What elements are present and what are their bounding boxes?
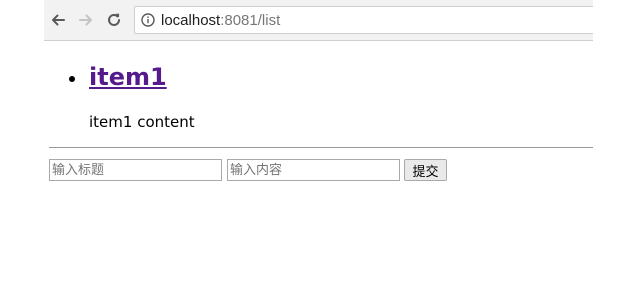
page-content: item1 item1 content 提交: [44, 41, 593, 292]
back-button[interactable]: [48, 10, 68, 30]
item-content-text: item1 content: [89, 113, 195, 131]
browser-toolbar: localhost:8081/list: [44, 0, 593, 41]
browser-window: localhost:8081/list item1 item1 content …: [44, 0, 593, 292]
url-text[interactable]: localhost:8081/list: [161, 12, 280, 29]
url-port-path: :8081/list: [220, 11, 281, 29]
title-input[interactable]: [49, 159, 222, 181]
content-input[interactable]: [227, 159, 400, 181]
submit-button[interactable]: 提交: [404, 159, 447, 181]
bullet-icon: [69, 76, 75, 82]
url-host: localhost: [161, 11, 221, 29]
item-title-link[interactable]: item1: [89, 63, 167, 91]
reload-button[interactable]: [104, 10, 124, 30]
address-bar[interactable]: localhost:8081/list: [134, 6, 593, 34]
horizontal-rule: [49, 147, 593, 148]
forward-button[interactable]: [76, 10, 96, 30]
info-icon[interactable]: [141, 13, 155, 27]
reload-icon: [108, 13, 120, 26]
list-item: item1: [69, 63, 167, 91]
arrow-left-icon: [52, 14, 65, 26]
arrow-right-icon: [79, 14, 92, 26]
